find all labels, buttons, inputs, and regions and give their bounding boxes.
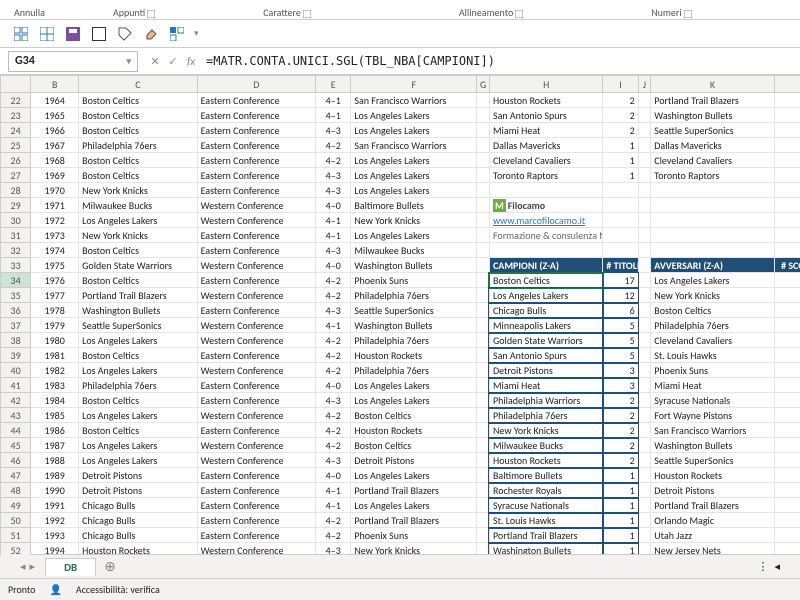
table-row[interactable]: 261968Boston CelticsEastern Conference4–…: [1, 153, 800, 168]
table-row[interactable]: 431985Los Angeles LakersWestern Conferen…: [1, 408, 800, 423]
sheet-prev-icon[interactable]: ◂: [20, 560, 26, 573]
enter-icon[interactable]: ✓: [164, 55, 182, 68]
grid-icon[interactable]: [12, 25, 30, 43]
formula-bar: G34▾ ✕ ✓ fx =MATR.CONTA.UNICI.SGL(TBL_NB…: [0, 48, 800, 75]
ribbon-group-number: Numeri: [647, 6, 695, 19]
pivot-icon[interactable]: [168, 25, 186, 43]
eraser-icon[interactable]: [142, 25, 160, 43]
ribbon-group-clipboard: Appunti: [109, 6, 159, 19]
sheet-tab-db[interactable]: DB: [45, 558, 96, 576]
table-row[interactable]: 331975Golden State WarriorsWestern Confe…: [1, 258, 800, 273]
ribbon-group-labels: Annulla Appunti Carattere Allineamento N…: [0, 0, 800, 20]
table-row[interactable]: 501992Chicago BullsEastern Conference4–2…: [1, 513, 800, 528]
table-row[interactable]: 491991Chicago BullsEastern Conference4–1…: [1, 498, 800, 513]
table-row[interactable]: 361978Washington BulletsEastern Conferen…: [1, 303, 800, 318]
table-row[interactable]: 441986Boston CelticsEastern Conference4–…: [1, 423, 800, 438]
sheet-tab-bar: ◂ ▸ DB ⊕ ⋮ ◂: [0, 554, 800, 578]
table-row[interactable]: 341976Boston CelticsEastern Conference4–…: [1, 273, 800, 288]
ribbon-group-align: Allineamento: [455, 6, 527, 19]
ribbon-group-undo: Annulla: [10, 6, 49, 19]
table-row[interactable]: 451987Los Angeles LakersWestern Conferen…: [1, 438, 800, 453]
table-row[interactable]: 241966Boston CelticsEastern Conference4–…: [1, 123, 800, 138]
qat-dropdown-icon[interactable]: ▾: [194, 28, 199, 39]
table-row[interactable]: 421984Boston CelticsEastern Conference4–…: [1, 393, 800, 408]
table-row[interactable]: 471989Detroit PistonsEastern Conference4…: [1, 468, 800, 483]
table-row[interactable]: 391981Boston CelticsEastern Conference4–…: [1, 348, 800, 363]
formula-input[interactable]: =MATR.CONTA.UNICI.SGL(TBL_NBA[CAMPIONI]): [200, 54, 800, 68]
tag-icon[interactable]: [116, 25, 134, 43]
table-row[interactable]: 511993Chicago BullsEastern Conference4–2…: [1, 528, 800, 543]
table-row[interactable]: 271969Boston CelticsEastern Conference4–…: [1, 168, 800, 183]
table-row[interactable]: 251967Philadelphia 76ersEastern Conferen…: [1, 138, 800, 153]
save-icon[interactable]: [64, 25, 82, 43]
table-row[interactable]: 381980Los Angeles LakersWestern Conferen…: [1, 333, 800, 348]
table-row[interactable]: 311973New York KnicksEastern Conference4…: [1, 228, 800, 243]
spreadsheet-grid[interactable]: BCDEFGHIJKLMNOP221964Boston CelticsEaste…: [0, 75, 800, 555]
table-row[interactable]: 231965Boston CelticsEastern Conference4–…: [1, 108, 800, 123]
status-accessibility[interactable]: Accessibilità: verifica: [76, 583, 160, 596]
quick-access-toolbar: ▾: [0, 20, 800, 48]
status-ready: Pronto: [8, 583, 35, 596]
scroll-left-icon[interactable]: ◂: [774, 560, 780, 573]
cancel-icon[interactable]: ✕: [146, 55, 164, 68]
ribbon-group-font: Carattere: [259, 6, 315, 19]
table-row[interactable]: 281970New York KnicksEastern Conference4…: [1, 183, 800, 198]
sheet-next-icon[interactable]: ▸: [30, 560, 36, 573]
table-row[interactable]: 461988Los Angeles LakersWestern Conferen…: [1, 453, 800, 468]
table-row[interactable]: 371979Seattle SuperSonicsWestern Confere…: [1, 318, 800, 333]
table-row[interactable]: 401982Los Angeles LakersWestern Conferen…: [1, 363, 800, 378]
table-row[interactable]: 221964Boston CelticsEastern Conference4–…: [1, 93, 800, 108]
border-icon[interactable]: [90, 25, 108, 43]
table-row[interactable]: 411983Philadelphia 76ersEastern Conferen…: [1, 378, 800, 393]
display-settings-icon[interactable]: ⋮: [757, 560, 768, 573]
table-row[interactable]: 321974Boston CelticsEastern Conference4–…: [1, 243, 800, 258]
table-row[interactable]: 481990Detroit PistonsEastern Conference4…: [1, 483, 800, 498]
accessibility-icon[interactable]: 👤: [49, 583, 61, 596]
table-row[interactable]: 291971Milwaukee BucksWestern Conference4…: [1, 198, 800, 213]
name-box[interactable]: G34▾: [8, 51, 138, 72]
new-sheet-button[interactable]: ⊕: [96, 556, 124, 577]
table-row[interactable]: 301972Los Angeles LakersWestern Conferen…: [1, 213, 800, 228]
fx-icon[interactable]: fx: [182, 55, 200, 68]
table-row[interactable]: 351977Portland Trail BlazersWestern Conf…: [1, 288, 800, 303]
grid2-icon[interactable]: [38, 25, 56, 43]
status-bar: Pronto 👤 Accessibilità: verifica: [0, 578, 800, 600]
